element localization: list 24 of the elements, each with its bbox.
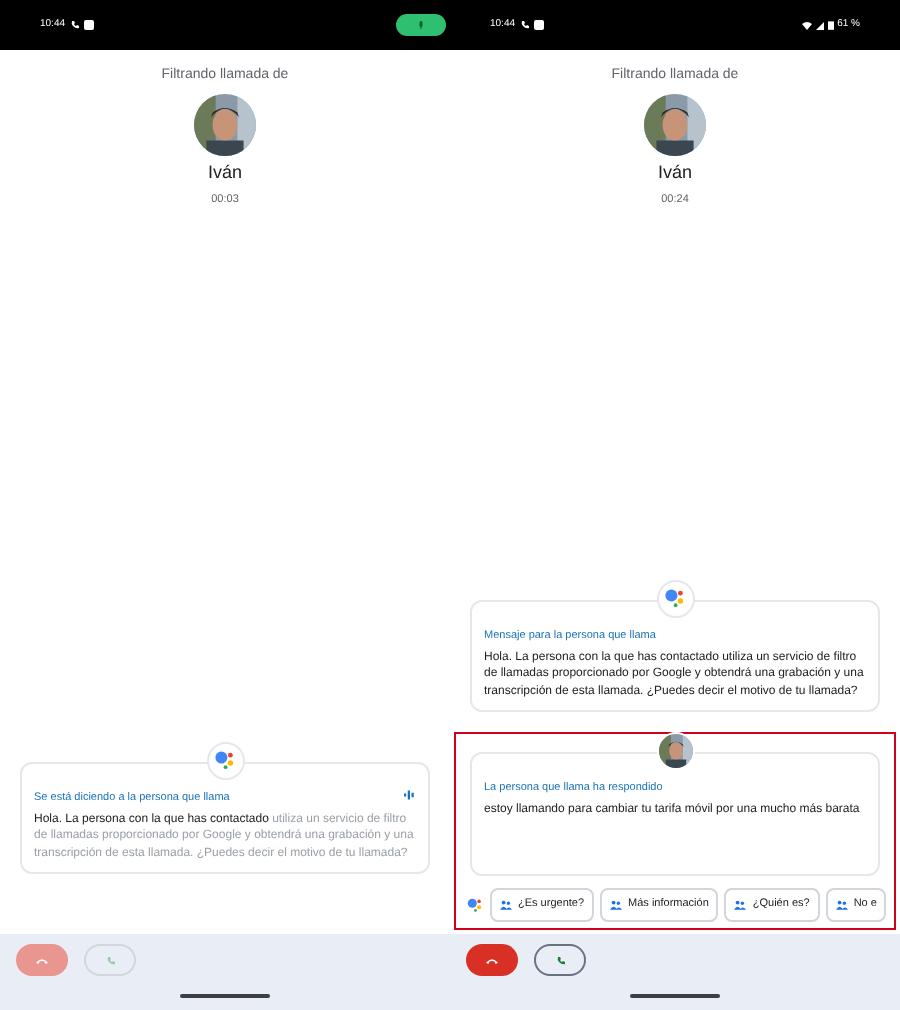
people-icon <box>734 900 747 910</box>
assistant-icon <box>466 896 484 914</box>
people-icon <box>500 900 512 910</box>
hang-up-icon <box>486 957 498 963</box>
hang-up-icon <box>36 957 48 963</box>
hang-up-button[interactable] <box>466 944 518 976</box>
phone-icon <box>519 20 530 30</box>
phone-icon <box>105 955 115 965</box>
notification-icon <box>83 20 94 30</box>
signal-icon <box>815 21 824 29</box>
home-indicator <box>180 994 270 998</box>
caller-name: Iván <box>657 159 692 185</box>
phone-icon <box>555 955 565 965</box>
people-icon <box>610 900 623 910</box>
home-indicator <box>630 994 720 998</box>
people-icon <box>835 900 848 910</box>
answer-button[interactable] <box>534 944 586 976</box>
notification-icon <box>533 20 544 30</box>
assistant-icon <box>213 748 237 772</box>
battery-icon <box>827 20 834 30</box>
assistant-icon <box>663 586 687 610</box>
wifi-icon <box>801 21 812 29</box>
caller-name: Iván <box>207 159 242 185</box>
phone-icon <box>69 20 80 30</box>
